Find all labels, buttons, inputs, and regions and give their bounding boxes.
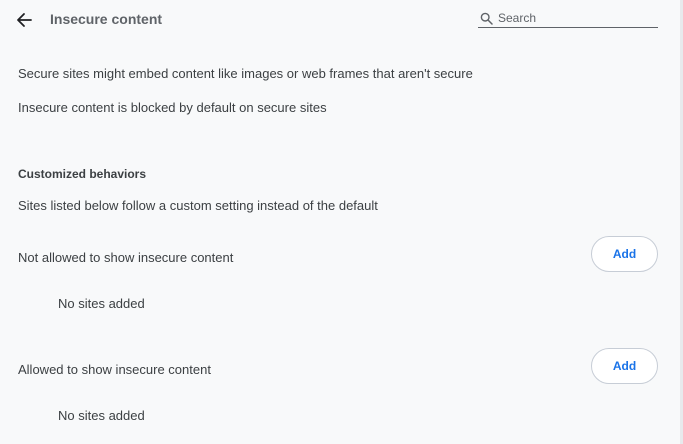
allowed-list-label: Allowed to show insecure content xyxy=(18,362,211,377)
customized-behaviors-heading: Customized behaviors xyxy=(18,167,147,181)
search-input[interactable] xyxy=(498,9,656,27)
description-line-1: Secure sites might embed content like im… xyxy=(18,66,473,81)
add-allowed-button[interactable]: Add xyxy=(591,348,658,384)
search-icon xyxy=(480,12,493,25)
settings-page: Insecure content Secure sites might embe… xyxy=(0,0,683,444)
page-header: Insecure content xyxy=(0,0,683,40)
add-not-allowed-button[interactable]: Add xyxy=(591,236,658,272)
search-box[interactable] xyxy=(478,8,658,28)
customized-behaviors-subtitle: Sites listed below follow a custom setti… xyxy=(18,198,378,213)
not-allowed-list-label: Not allowed to show insecure content xyxy=(18,250,234,265)
allowed-empty-text: No sites added xyxy=(58,408,145,423)
arrow-back-icon xyxy=(17,13,32,27)
not-allowed-empty-text: No sites added xyxy=(58,296,145,311)
back-button[interactable] xyxy=(12,9,36,31)
description-line-2: Insecure content is blocked by default o… xyxy=(18,100,327,115)
page-title: Insecure content xyxy=(50,11,163,27)
